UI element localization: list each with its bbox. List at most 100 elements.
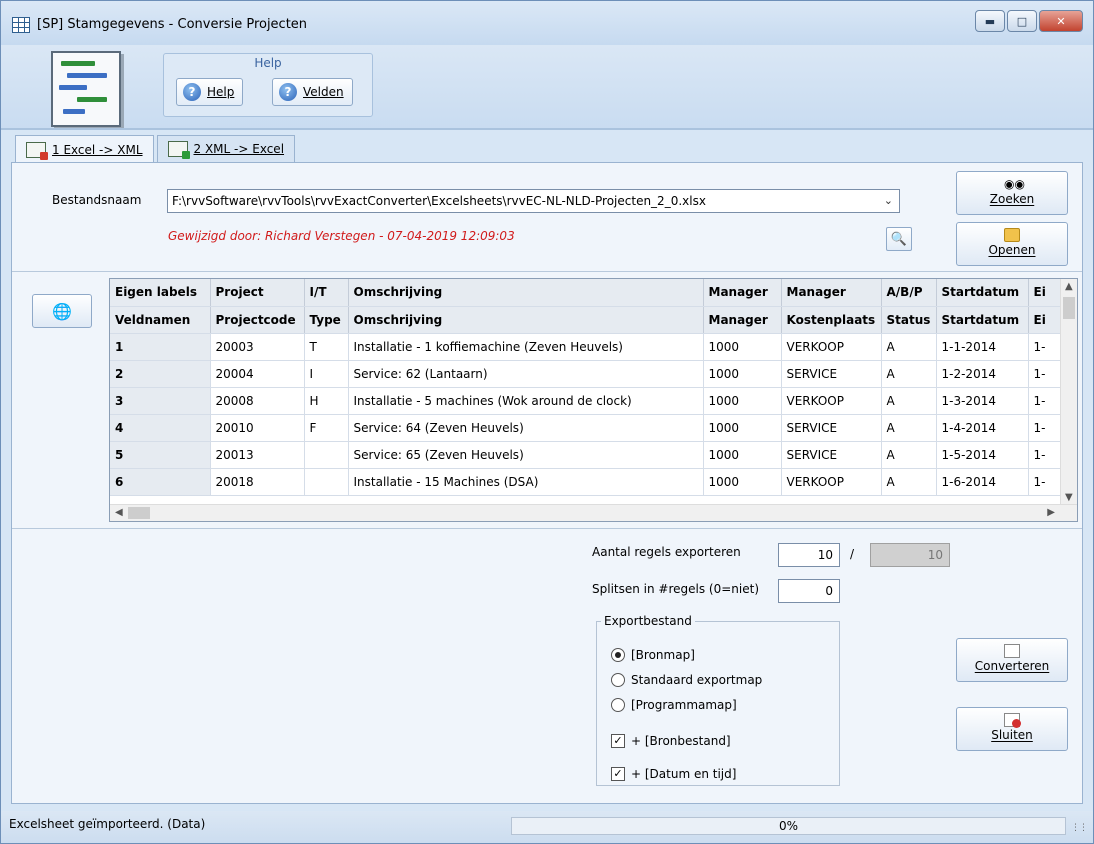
table-cell[interactable]: SERVICE bbox=[781, 414, 882, 442]
table-cell[interactable]: H bbox=[304, 387, 349, 415]
table-cell[interactable]: 20018 bbox=[210, 468, 305, 496]
close-window-button[interactable]: ✕ bbox=[1039, 10, 1083, 32]
table-row[interactable]: 2 20004 I Service: 62 (Lantaarn) 1000 SERVICE… bbox=[110, 360, 1069, 388]
option-program-folder[interactable]: [Programmamap] bbox=[611, 698, 737, 712]
table-row[interactable]: 1 20003 T Installatie - 1 koffiemachine (Ze… bbox=[110, 333, 1069, 361]
help-button[interactable]: ? Help bbox=[176, 78, 244, 106]
header-cell[interactable]: Projectcode bbox=[210, 306, 305, 334]
check-source-file[interactable]: ✓ + [Bronbestand] bbox=[611, 734, 731, 748]
table-cell[interactable]: 20008 bbox=[210, 387, 305, 415]
table-cell[interactable]: 1-3-2014 bbox=[936, 387, 1029, 415]
table-cell[interactable]: A bbox=[881, 441, 937, 469]
filename-combo[interactable]: F:\rvvSoftware\rvvTools\rvvExactConverte… bbox=[167, 189, 900, 213]
option-source-folder[interactable]: [Bronmap] bbox=[611, 648, 695, 662]
table-cell[interactable]: 1000 bbox=[703, 360, 782, 388]
table-cell[interactable]: SERVICE bbox=[781, 441, 882, 469]
header-cell[interactable]: Kostenplaats bbox=[781, 306, 882, 334]
table-cell[interactable]: 1000 bbox=[703, 333, 782, 361]
table-cell[interactable]: 1-6-2014 bbox=[936, 468, 1029, 496]
check-date-time[interactable]: ✓ + [Datum en tijd] bbox=[611, 767, 736, 781]
table-cell[interactable]: Service: 64 (Zeven Heuvels) bbox=[348, 414, 704, 442]
open-button[interactable]: Openen bbox=[956, 222, 1068, 266]
scroll-right-icon[interactable]: ▶ bbox=[1047, 507, 1055, 518]
header-cell[interactable]: Manager bbox=[781, 279, 882, 307]
table-cell[interactable]: F bbox=[304, 414, 349, 442]
table-cell[interactable]: 20013 bbox=[210, 441, 305, 469]
table-cell[interactable]: A bbox=[881, 468, 937, 496]
table-cell[interactable]: VERKOOP bbox=[781, 468, 882, 496]
table-cell[interactable]: A bbox=[881, 414, 937, 442]
scroll-down-icon[interactable]: ▼ bbox=[1065, 492, 1073, 503]
table-cell[interactable]: 1000 bbox=[703, 387, 782, 415]
row-number-cell[interactable]: 4 bbox=[110, 414, 211, 442]
header-cell[interactable]: I/T bbox=[304, 279, 349, 307]
header-cell[interactable]: Veldnamen bbox=[110, 306, 211, 334]
header-cell[interactable]: Type bbox=[304, 306, 349, 334]
table-cell[interactable]: 1000 bbox=[703, 441, 782, 469]
table-cell[interactable]: Service: 62 (Lantaarn) bbox=[348, 360, 704, 388]
table-cell[interactable]: 20010 bbox=[210, 414, 305, 442]
table-cell[interactable]: Installatie - 15 Machines (DSA) bbox=[348, 468, 704, 496]
header-cell[interactable]: Eigen labels bbox=[110, 279, 211, 307]
header-cell[interactable]: A/B/P bbox=[881, 279, 937, 307]
radio-selected-icon[interactable] bbox=[611, 648, 625, 662]
table-cell[interactable]: VERKOOP bbox=[781, 333, 882, 361]
resize-grip-icon[interactable]: ⋮⋮ bbox=[1071, 823, 1088, 833]
horizontal-scrollbar[interactable]: ◀ ▶ bbox=[110, 504, 1077, 521]
toggle-labels-button[interactable]: 🌐 bbox=[32, 294, 92, 328]
table-cell[interactable] bbox=[304, 441, 349, 469]
table-cell[interactable]: A bbox=[881, 360, 937, 388]
close-button[interactable]: Sluiten bbox=[956, 707, 1068, 751]
convert-button[interactable]: Converteren bbox=[956, 638, 1068, 682]
table-cell[interactable]: 1000 bbox=[703, 468, 782, 496]
table-cell[interactable]: 20003 bbox=[210, 333, 305, 361]
scroll-up-icon[interactable]: ▲ bbox=[1065, 281, 1073, 292]
checkbox-checked-icon[interactable]: ✓ bbox=[611, 767, 625, 781]
scroll-thumb[interactable] bbox=[128, 507, 150, 519]
table-cell[interactable]: 1-2-2014 bbox=[936, 360, 1029, 388]
table-cell[interactable]: A bbox=[881, 387, 937, 415]
header-cell[interactable]: Manager bbox=[703, 279, 782, 307]
header-cell[interactable]: Project bbox=[210, 279, 305, 307]
table-cell[interactable]: I bbox=[304, 360, 349, 388]
minimize-button[interactable]: ▬ bbox=[975, 10, 1005, 32]
vertical-scrollbar[interactable]: ▲ ▼ bbox=[1060, 279, 1077, 505]
row-number-cell[interactable]: 1 bbox=[110, 333, 211, 361]
header-cell[interactable]: Status bbox=[881, 306, 937, 334]
chevron-down-icon[interactable]: ⌄ bbox=[884, 194, 893, 207]
table-cell[interactable]: Installatie - 5 machines (Wok around de … bbox=[348, 387, 704, 415]
tab-xml-to-excel[interactable]: 2 XML -> Excel bbox=[156, 135, 296, 162]
header-cell[interactable]: Manager bbox=[703, 306, 782, 334]
table-cell[interactable]: A bbox=[881, 333, 937, 361]
fields-button[interactable]: ? Velden bbox=[272, 78, 353, 106]
checkbox-checked-icon[interactable]: ✓ bbox=[611, 734, 625, 748]
row-number-cell[interactable]: 2 bbox=[110, 360, 211, 388]
scroll-thumb[interactable] bbox=[1063, 297, 1075, 319]
table-cell[interactable]: VERKOOP bbox=[781, 387, 882, 415]
radio-icon[interactable] bbox=[611, 698, 625, 712]
row-number-cell[interactable]: 6 bbox=[110, 468, 211, 496]
table-row[interactable]: 6 20018 Installatie - 15 Machines (DSA) 100… bbox=[110, 468, 1069, 496]
table-cell[interactable]: Service: 65 (Zeven Heuvels) bbox=[348, 441, 704, 469]
data-grid[interactable]: Eigen labels Project I/T Omschrijving Ma… bbox=[109, 278, 1078, 522]
maximize-button[interactable]: □ bbox=[1007, 10, 1037, 32]
table-row[interactable]: 3 20008 H Installatie - 5 machines (Wok aro… bbox=[110, 387, 1069, 415]
table-cell[interactable]: SERVICE bbox=[781, 360, 882, 388]
search-button[interactable]: ◉◉ Zoeken bbox=[956, 171, 1068, 215]
preview-button[interactable]: 🔍 bbox=[886, 227, 912, 251]
row-number-cell[interactable]: 5 bbox=[110, 441, 211, 469]
table-cell[interactable]: 1-5-2014 bbox=[936, 441, 1029, 469]
table-cell[interactable]: 1-1-2014 bbox=[936, 333, 1029, 361]
radio-icon[interactable] bbox=[611, 673, 625, 687]
scroll-left-icon[interactable]: ◀ bbox=[115, 507, 123, 518]
table-row[interactable]: 5 20013 Service: 65 (Zeven Heuvels) 1000 SER… bbox=[110, 441, 1069, 469]
header-cell[interactable]: Omschrijving bbox=[348, 306, 704, 334]
table-row[interactable]: 4 20010 F Service: 64 (Zeven Heuvels) 1000 SE… bbox=[110, 414, 1069, 442]
table-cell[interactable] bbox=[304, 468, 349, 496]
header-cell[interactable]: Omschrijving bbox=[348, 279, 704, 307]
table-cell[interactable]: Installatie - 1 koffiemachine (Zeven Heu… bbox=[348, 333, 704, 361]
split-rows-input[interactable]: 0 bbox=[778, 579, 840, 603]
table-cell[interactable]: 1-4-2014 bbox=[936, 414, 1029, 442]
tab-excel-to-xml[interactable]: 1 Excel -> XML bbox=[15, 135, 154, 163]
table-cell[interactable]: 20004 bbox=[210, 360, 305, 388]
